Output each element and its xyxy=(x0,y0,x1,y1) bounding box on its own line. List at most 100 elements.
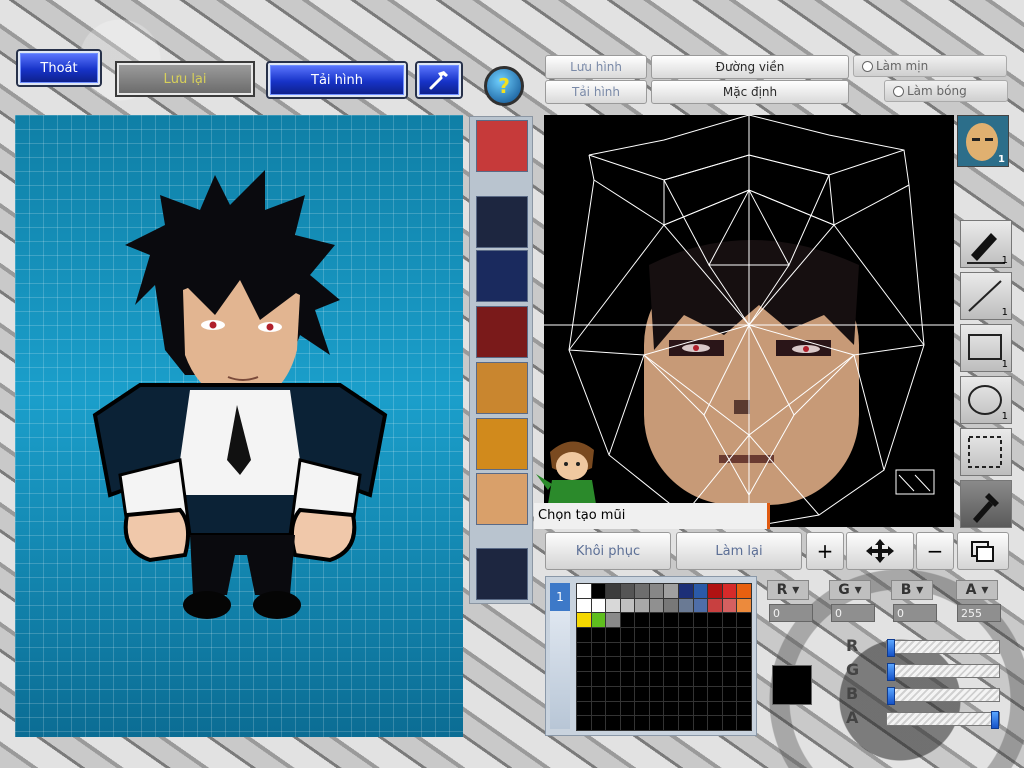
alpha-slider-knob[interactable] xyxy=(991,711,999,729)
red-value-field[interactable]: 0 xyxy=(769,604,813,622)
color-swatch[interactable] xyxy=(678,656,694,673)
color-swatch[interactable] xyxy=(576,700,592,717)
color-swatch[interactable] xyxy=(590,700,607,717)
color-swatch[interactable] xyxy=(634,700,650,717)
color-swatch[interactable] xyxy=(736,641,752,658)
color-swatch[interactable] xyxy=(648,641,665,658)
color-swatch[interactable] xyxy=(736,597,752,614)
color-swatch[interactable] xyxy=(736,715,752,731)
color-swatch[interactable] xyxy=(590,641,607,658)
color-swatch[interactable] xyxy=(576,583,592,599)
color-swatch[interactable] xyxy=(692,656,709,673)
color-swatch[interactable] xyxy=(634,715,650,731)
color-swatch[interactable] xyxy=(634,597,650,614)
color-swatch[interactable] xyxy=(619,612,636,629)
color-swatch[interactable] xyxy=(590,671,607,687)
color-swatch[interactable] xyxy=(721,656,738,673)
line-tool-button[interactable]: 1 xyxy=(960,272,1012,320)
color-swatch[interactable] xyxy=(576,656,592,673)
move-button[interactable] xyxy=(846,532,914,570)
color-swatch[interactable] xyxy=(692,715,709,731)
face-thumbnail[interactable]: 1 xyxy=(957,115,1009,167)
rect-tool-button[interactable]: 1 xyxy=(960,324,1012,372)
color-swatch[interactable] xyxy=(736,700,752,717)
color-swatch[interactable] xyxy=(576,627,592,643)
ellipse-tool-button[interactable]: 1 xyxy=(960,376,1012,424)
color-swatch[interactable] xyxy=(605,656,621,673)
color-swatch[interactable] xyxy=(692,627,709,643)
color-swatch[interactable] xyxy=(648,612,665,629)
color-swatch[interactable] xyxy=(605,612,621,629)
color-swatch[interactable] xyxy=(678,612,694,629)
color-swatch[interactable] xyxy=(736,583,752,599)
color-swatch[interactable] xyxy=(619,641,636,658)
zoom-in-button[interactable]: + xyxy=(806,532,844,570)
color-swatch[interactable] xyxy=(619,583,636,599)
palette-tab-1[interactable]: 1 xyxy=(550,583,570,611)
color-swatch[interactable] xyxy=(648,685,665,702)
part-slot-face-3[interactable] xyxy=(476,473,528,525)
color-swatch[interactable] xyxy=(605,583,621,599)
color-swatch[interactable] xyxy=(663,641,680,658)
color-swatch[interactable] xyxy=(576,597,592,614)
color-swatch[interactable] xyxy=(634,671,650,687)
color-swatch[interactable] xyxy=(663,597,680,614)
blue-slider-knob[interactable] xyxy=(887,687,895,705)
outline-button[interactable]: Đường viền xyxy=(651,55,849,79)
color-swatch[interactable] xyxy=(619,627,636,643)
color-swatch[interactable] xyxy=(663,715,680,731)
green-slider-knob[interactable] xyxy=(887,663,895,681)
help-button[interactable]: ? xyxy=(484,66,524,106)
color-swatch[interactable] xyxy=(721,715,738,731)
color-swatch[interactable] xyxy=(576,612,592,629)
color-swatch[interactable] xyxy=(619,715,636,731)
save-image-button[interactable]: Lưu hình xyxy=(545,55,647,79)
color-swatch[interactable] xyxy=(605,641,621,658)
color-swatch[interactable] xyxy=(634,641,650,658)
restore-button[interactable]: Khôi phục xyxy=(545,532,671,570)
color-swatch[interactable] xyxy=(736,656,752,673)
smooth-option[interactable]: Làm mịn xyxy=(853,55,1007,77)
color-swatch[interactable] xyxy=(605,597,621,614)
color-swatch[interactable] xyxy=(634,656,650,673)
color-swatch[interactable] xyxy=(707,597,723,614)
redo-button[interactable]: Làm lại xyxy=(676,532,802,570)
color-swatch[interactable] xyxy=(707,671,723,687)
color-swatch[interactable] xyxy=(590,583,607,599)
color-swatch[interactable] xyxy=(721,597,738,614)
color-swatch[interactable] xyxy=(678,715,694,731)
layer-button[interactable] xyxy=(957,532,1009,570)
color-swatch[interactable] xyxy=(590,612,607,629)
alpha-value-field[interactable]: 255 xyxy=(957,604,1001,622)
color-swatch[interactable] xyxy=(707,583,723,599)
select-tool-button[interactable] xyxy=(960,428,1012,476)
green-channel-button[interactable]: G ▾ xyxy=(829,580,871,600)
color-swatch[interactable] xyxy=(576,685,592,702)
color-swatch[interactable] xyxy=(692,671,709,687)
color-swatch[interactable] xyxy=(648,700,665,717)
color-swatch[interactable] xyxy=(619,671,636,687)
color-swatch[interactable] xyxy=(678,700,694,717)
color-swatch[interactable] xyxy=(678,685,694,702)
part-slot-face-1[interactable] xyxy=(476,362,528,414)
part-slot-empty-2[interactable] xyxy=(476,548,528,600)
color-swatch[interactable] xyxy=(590,685,607,702)
color-swatch[interactable] xyxy=(707,715,723,731)
color-swatch[interactable] xyxy=(663,656,680,673)
color-swatch[interactable] xyxy=(707,656,723,673)
part-slot-head[interactable] xyxy=(476,120,528,172)
shade-option[interactable]: Làm bóng xyxy=(884,80,1008,102)
part-slot-empty-1[interactable] xyxy=(476,196,528,248)
color-swatch[interactable] xyxy=(663,627,680,643)
pen-tool-button[interactable]: 1 xyxy=(960,220,1012,268)
color-swatch[interactable] xyxy=(605,627,621,643)
color-swatch[interactable] xyxy=(678,583,694,599)
color-swatch[interactable] xyxy=(634,583,650,599)
color-swatch[interactable] xyxy=(678,671,694,687)
color-swatch[interactable] xyxy=(736,671,752,687)
default-button[interactable]: Mặc định xyxy=(651,80,849,104)
color-swatch[interactable] xyxy=(648,656,665,673)
color-swatch[interactable] xyxy=(736,685,752,702)
color-swatch[interactable] xyxy=(590,715,607,731)
color-swatch[interactable] xyxy=(576,715,592,731)
